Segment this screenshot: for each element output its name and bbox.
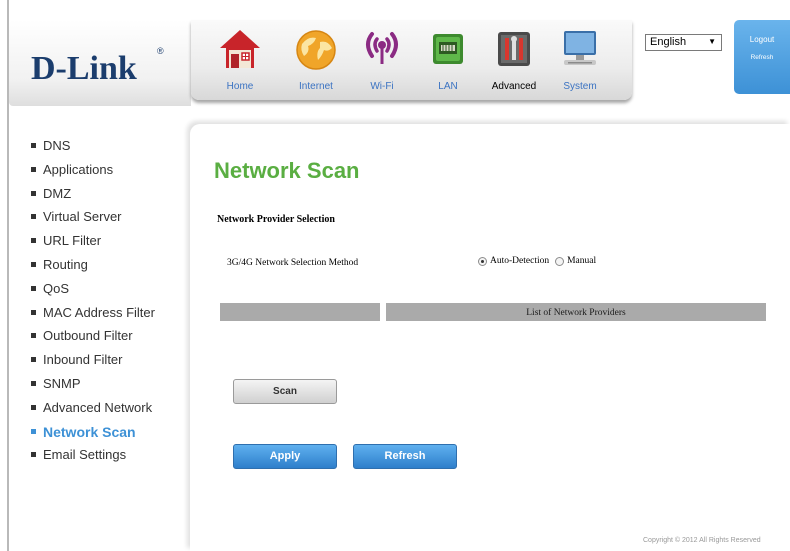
sidebar-item-label: SNMP — [43, 375, 81, 391]
sidebar-item-label: Email Settings — [43, 447, 127, 463]
section-title: Network Provider Selection — [217, 214, 335, 225]
bullet-icon — [31, 428, 36, 434]
selection-method-label: 3G/4G Network Selection Method — [227, 258, 359, 268]
nav-advanced[interactable]: Advanced — [483, 26, 545, 96]
page-title: Network Scan — [214, 158, 360, 183]
radio-auto-detection[interactable] — [478, 256, 487, 266]
sidebar-item-url-filter[interactable]: URL Filter — [31, 233, 196, 257]
sidebar-item-label: Inbound Filter — [43, 352, 123, 368]
bullet-icon — [31, 309, 36, 315]
nav-label: LAN — [438, 81, 458, 92]
bullet-icon — [31, 190, 36, 196]
sidebar-item-dmz[interactable]: DMZ — [31, 186, 196, 210]
radio-manual[interactable] — [555, 256, 565, 266]
nav-label: Home — [226, 81, 254, 92]
bullet-icon — [31, 285, 36, 291]
radio-manual-label: Manual — [567, 256, 597, 266]
bullet-icon — [31, 261, 36, 267]
sidebar-item-label: QoS — [43, 280, 70, 296]
radio-auto-detection-label: Auto-Detection — [490, 256, 550, 266]
top-nav: Home Internet Wi-Fi LAN Advanced System — [191, 20, 632, 100]
content-panel — [190, 124, 790, 551]
wifi-icon — [366, 32, 398, 64]
sidebar-item-label: Virtual Server — [43, 209, 122, 225]
bullet-icon — [31, 333, 36, 339]
bullet-icon — [31, 143, 36, 148]
bullet-icon — [31, 404, 36, 410]
session-box: Logout Refresh — [734, 20, 790, 94]
sidebar-item-virtual-server[interactable]: Virtual Server — [31, 209, 196, 233]
logo-area: D-Link ® — [9, 20, 191, 106]
home-icon — [220, 30, 260, 68]
bullet-icon — [31, 357, 36, 363]
refresh-link[interactable]: Refresh — [734, 54, 790, 61]
sidebar-menu: DNS Applications DMZ Virtual Server URL … — [31, 138, 196, 471]
refresh-button[interactable]: Refresh — [353, 444, 457, 469]
sidebar-item-label: MAC Address Filter — [43, 304, 155, 320]
copyright-text: Copyright © 2012 All Rights Reserved — [643, 537, 761, 544]
nav-label: Advanced — [491, 81, 537, 92]
logout-link[interactable]: Logout — [734, 35, 790, 44]
providers-table-header: List of Network Providers — [386, 303, 766, 321]
apply-button[interactable]: Apply — [233, 444, 337, 469]
selection-method-radio-group: Auto-Detection Manual — [478, 256, 602, 266]
nav-lan[interactable]: LAN — [417, 26, 479, 96]
nav-internet[interactable]: Internet — [285, 26, 347, 96]
sidebar-item-qos[interactable]: QoS — [31, 281, 196, 305]
registered-mark: ® — [157, 46, 164, 56]
tools-icon — [498, 32, 530, 66]
sidebar-item-outbound-filter[interactable]: Outbound Filter — [31, 328, 196, 352]
nav-label: System — [563, 81, 597, 92]
bullet-icon — [31, 214, 36, 220]
bullet-icon — [31, 380, 36, 386]
sidebar-item-label: Outbound Filter — [43, 328, 133, 344]
sidebar-item-label: URL Filter — [43, 233, 102, 249]
nav-home[interactable]: Home — [209, 26, 271, 96]
sidebar-item-network-scan[interactable]: Network Scan — [31, 424, 196, 448]
bullet-icon — [31, 166, 36, 172]
sidebar-item-applications[interactable]: Applications — [31, 162, 196, 186]
scan-button[interactable]: Scan — [233, 379, 337, 404]
sidebar-item-email-settings[interactable]: Email Settings — [31, 447, 196, 471]
sidebar-item-advanced-network[interactable]: Advanced Network — [31, 400, 196, 424]
sidebar-item-inbound-filter[interactable]: Inbound Filter — [31, 352, 196, 376]
monitor-icon — [564, 31, 596, 65]
bullet-icon — [31, 238, 36, 244]
sidebar-item-routing[interactable]: Routing — [31, 257, 196, 281]
lan-icon — [433, 34, 463, 64]
nav-system[interactable]: System — [549, 26, 611, 96]
sidebar-item-label: Routing — [43, 256, 88, 272]
language-value: English — [650, 36, 687, 48]
sidebar-item-label: Applications — [43, 161, 114, 177]
globe-icon — [296, 30, 336, 70]
sidebar-item-label: DMZ — [43, 185, 72, 201]
providers-table-header-blank — [220, 303, 380, 321]
sidebar-item-snmp[interactable]: SNMP — [31, 376, 196, 400]
sidebar-item-mac-address-filter[interactable]: MAC Address Filter — [31, 305, 196, 329]
dlink-logo: D-Link — [31, 50, 137, 87]
dropdown-arrow-icon: ▼ — [708, 37, 716, 46]
sidebar-item-label: Network Scan — [43, 423, 136, 440]
sidebar-item-label: Advanced Network — [43, 399, 153, 415]
sidebar-item-dns[interactable]: DNS — [31, 138, 196, 162]
language-select[interactable]: English ▼ — [645, 34, 722, 51]
nav-label: Internet — [299, 81, 333, 92]
sidebar-item-label: DNS — [43, 138, 71, 153]
nav-label: Wi-Fi — [370, 81, 394, 92]
bullet-icon — [31, 452, 36, 458]
nav-wifi[interactable]: Wi-Fi — [351, 26, 413, 96]
